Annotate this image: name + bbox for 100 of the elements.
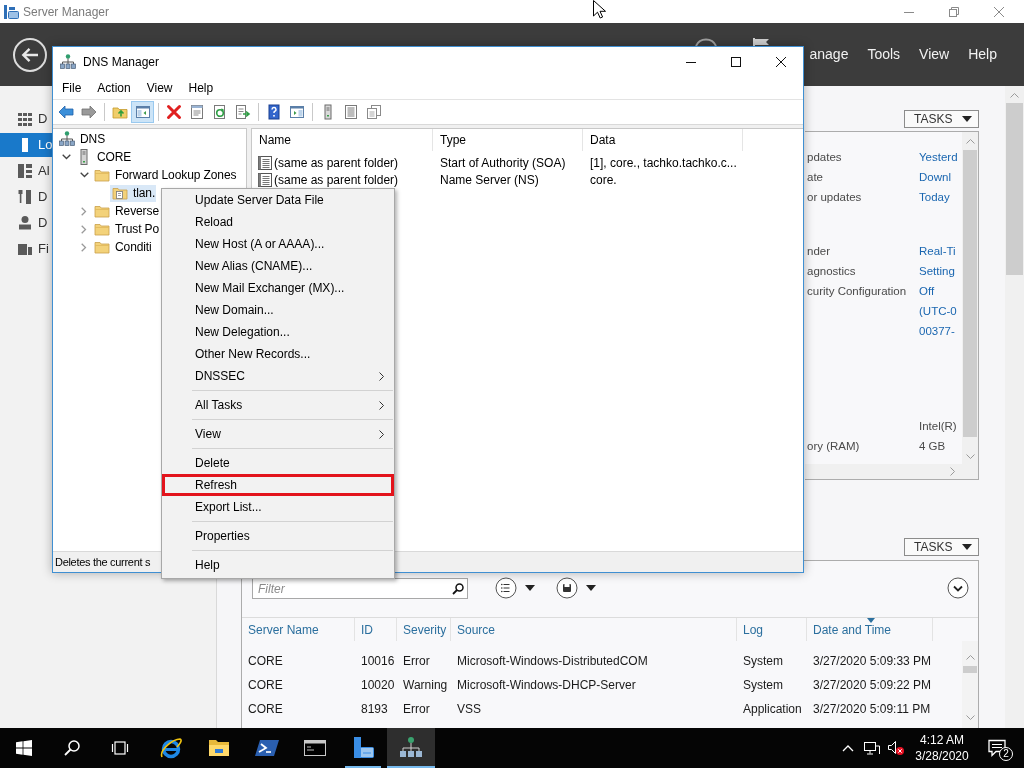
scroll-up-icon — [1010, 92, 1019, 98]
servers-icon — [17, 163, 33, 179]
menu-item[interactable]: View — [162, 423, 394, 445]
property-value[interactable]: Yesterd — [919, 149, 958, 167]
sidebar-item[interactable]: Lo — [0, 133, 52, 157]
menu-item[interactable]: Reload — [162, 211, 394, 233]
dashboard-grid-icon — [17, 111, 33, 127]
column-header[interactable]: ID — [355, 618, 397, 641]
scrollbar-thumb[interactable] — [1006, 103, 1023, 275]
tree-item[interactable]: tlan. — [110, 184, 157, 202]
sidebar-item[interactable]: Al — [0, 159, 52, 183]
table-cell-text: Application — [742, 701, 803, 718]
sidebar-item[interactable]: Fi — [0, 237, 52, 261]
column-header[interactable]: Name — [252, 129, 433, 151]
document-folder-icon — [112, 185, 128, 201]
table-cell-text: Error — [402, 653, 431, 670]
menu-item[interactable]: DNSSEC — [162, 365, 394, 387]
menu-item[interactable]: New Delegation... — [162, 321, 394, 343]
chevron-right-icon[interactable] — [81, 224, 87, 234]
expand-button[interactable] — [947, 577, 969, 599]
property-value[interactable]: Downl — [919, 169, 951, 187]
column-header[interactable]: Severity — [397, 618, 451, 641]
table-cell-text: 3/27/2020 5:09:33 PM — [812, 653, 933, 670]
clock-date[interactable]: 3/28/2020 — [915, 748, 969, 764]
property-value: 4 GB — [919, 439, 946, 455]
menu-item[interactable]: View — [919, 44, 950, 65]
menu-item[interactable]: New Mail Exchanger (MX)... — [162, 277, 394, 299]
window-pane-icon — [288, 104, 305, 120]
menu-item[interactable]: Tools — [867, 44, 901, 65]
menu-item[interactable]: Other New Records... — [162, 343, 394, 365]
tree-item[interactable]: DNS — [57, 130, 107, 148]
property-value[interactable]: Real-Ti — [919, 243, 956, 261]
property-value[interactable]: 00377- — [919, 323, 955, 341]
start-icon — [16, 740, 32, 756]
menu-item[interactable]: Update Server Data File — [162, 189, 394, 211]
column-header[interactable]: Log — [737, 618, 807, 641]
column-header[interactable]: Date and Time — [807, 618, 933, 641]
table-cell-text: System — [742, 677, 784, 694]
clock-time[interactable]: 4:12 AM — [920, 732, 964, 748]
network-icon — [60, 54, 76, 70]
menu-item[interactable]: New Host (A or AAAA)... — [162, 233, 394, 255]
caret-down-icon — [586, 585, 596, 591]
menu-item[interactable]: Help — [162, 554, 394, 576]
tasks-button[interactable]: TASKS — [904, 110, 979, 128]
menu-item[interactable]: Properties — [162, 525, 394, 547]
sidebar-item[interactable]: D — [0, 107, 52, 131]
scroll-up-icon — [965, 654, 975, 660]
column-header[interactable]: Source — [451, 618, 737, 641]
menu-item[interactable]: anage — [809, 44, 849, 65]
menu-item[interactable]: Help — [180, 77, 222, 99]
menu-item[interactable]: Refresh — [162, 474, 394, 496]
menu-item[interactable]: New Domain... — [162, 299, 394, 321]
table-cell-text: Name Server (NS) — [439, 171, 540, 189]
tasks-button[interactable]: TASKS — [904, 538, 979, 556]
save-options-button[interactable] — [556, 577, 596, 599]
sidebar-item[interactable]: D — [0, 185, 52, 209]
property-value[interactable]: (UTC-0 — [919, 303, 957, 321]
column-header[interactable]: Server Name — [242, 618, 355, 641]
property-value[interactable]: Off — [919, 283, 935, 301]
property-label: agnostics — [806, 264, 857, 280]
back-button[interactable] — [13, 37, 47, 72]
folder-icon — [94, 167, 110, 183]
sidebar-item[interactable]: D — [0, 211, 52, 235]
taskbar-app-button[interactable] — [387, 728, 435, 768]
menu-item[interactable]: All Tasks — [162, 394, 394, 416]
document-icon — [258, 172, 272, 187]
tree-item[interactable]: Trust Po — [92, 220, 161, 238]
tree-item[interactable]: Reverse — [92, 202, 160, 220]
scrollbar-thumb[interactable] — [963, 666, 977, 673]
chevron-right-icon[interactable] — [81, 242, 87, 252]
table-cell-text: VSS — [456, 701, 482, 718]
notifications-button[interactable]: 2 — [977, 728, 1017, 768]
tree-item[interactable]: CORE — [74, 148, 133, 166]
menu-item[interactable]: Export List... — [162, 496, 394, 518]
window-title: DNS Manager — [83, 54, 160, 71]
menu-item[interactable]: View — [138, 77, 181, 99]
property-value[interactable]: Setting — [919, 263, 955, 281]
column-header[interactable]: Type — [433, 129, 583, 151]
scrollbar-thumb[interactable] — [963, 150, 977, 437]
document-icon — [258, 155, 272, 170]
tree-item[interactable]: Conditi — [92, 238, 153, 256]
chevron-down-icon[interactable] — [79, 172, 89, 178]
menu-item[interactable]: Delete — [162, 452, 394, 474]
property-value[interactable]: Today — [919, 189, 950, 207]
toolbar-button[interactable] — [131, 101, 154, 123]
list-options-button[interactable] — [495, 577, 535, 599]
menu-item[interactable]: File — [54, 77, 90, 99]
menu-item[interactable]: Help — [968, 44, 997, 65]
chevron-up-icon — [842, 744, 854, 752]
chevron-down-icon[interactable] — [61, 154, 71, 160]
column-header[interactable]: Data — [583, 129, 743, 151]
chevron-right-icon[interactable] — [81, 206, 87, 216]
menu-item[interactable]: New Alias (CNAME)... — [162, 255, 394, 277]
network-monitor-icon — [863, 740, 881, 756]
menu-item[interactable]: Action — [89, 77, 139, 99]
property-label: pdates — [806, 150, 843, 166]
tree-item[interactable]: Forward Lookup Zones — [92, 166, 238, 184]
table-cell-text: (same as parent folder) — [274, 154, 399, 172]
circled-list-icon — [495, 577, 517, 599]
user-icon — [17, 215, 33, 231]
